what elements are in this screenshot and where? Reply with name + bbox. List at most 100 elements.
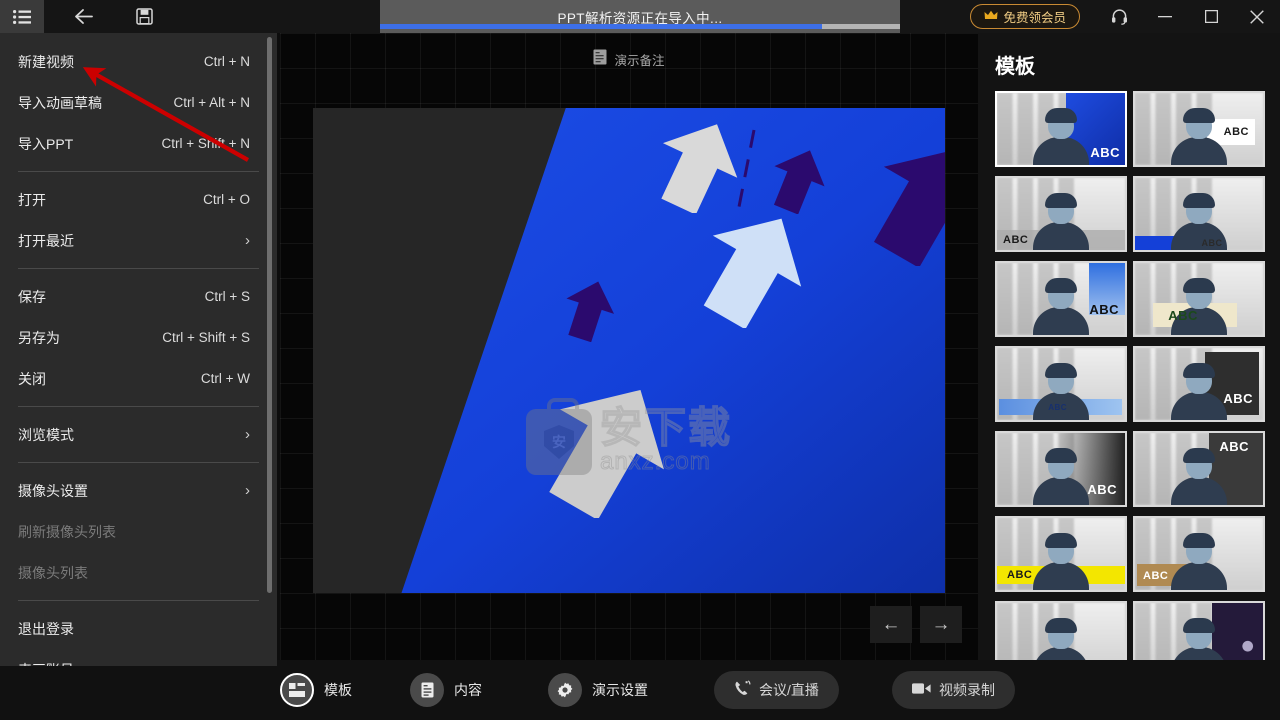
template-thumbnail-2[interactable]: ABC xyxy=(995,176,1127,252)
arrow-purple-large-right xyxy=(873,149,945,266)
avatar-hair xyxy=(1045,363,1077,378)
avatar-hair xyxy=(1183,448,1215,463)
template-avatar xyxy=(1033,278,1089,335)
menu-separator xyxy=(18,268,259,269)
template-thumbnail-5[interactable]: ABC xyxy=(1133,261,1265,337)
menu-item-7[interactable]: 保存 Ctrl + S xyxy=(0,276,277,317)
menu-item-8[interactable]: 另存为 Ctrl + Shift + S xyxy=(0,317,277,358)
minimize-button[interactable] xyxy=(1142,0,1188,33)
menu-item-17[interactable]: 退出登录 xyxy=(0,608,277,649)
arrow-purple-small-upper xyxy=(773,150,825,214)
menu-item-label: 导入动画草稿 xyxy=(18,94,102,111)
template-thumb-abc-label: ABC xyxy=(1090,145,1120,160)
template-grid[interactable]: ABC ABC ABC ABC ABC ABC ABC ABC ABC ABC ABC ABC xyxy=(978,91,1280,660)
import-progress-track xyxy=(380,24,900,29)
slide-preview[interactable]: 安 安下载 anxz.com xyxy=(313,108,945,593)
avatar-body xyxy=(1033,477,1089,505)
avatar-head xyxy=(1045,533,1077,564)
save-disk-icon[interactable] xyxy=(122,0,166,33)
avatar-head xyxy=(1045,363,1077,394)
template-thumbnail-12[interactable] xyxy=(995,601,1127,660)
content-icon xyxy=(410,673,444,707)
bottom-toolbar-item-0[interactable]: 模板 xyxy=(280,673,352,707)
maximize-button[interactable] xyxy=(1188,0,1234,33)
template-thumb-abc-label: ABC xyxy=(1003,234,1029,246)
template-thumb-abc-label: ABC xyxy=(1048,403,1068,412)
bottom-toolbar-item-3[interactable]: 会议/直播 xyxy=(714,671,839,709)
avatar-body xyxy=(1033,222,1089,250)
menu-item-9[interactable]: 关闭 Ctrl + W xyxy=(0,358,277,399)
avatar-body xyxy=(1033,562,1089,590)
bottom-toolbar-item-label: 模板 xyxy=(324,682,352,698)
import-notification-banner: PPT解析资源正在导入中... xyxy=(380,0,900,33)
template-avatar xyxy=(1171,448,1227,505)
menu-item-label: 关闭 xyxy=(18,370,46,387)
menu-item-4[interactable]: 打开 Ctrl + O xyxy=(0,179,277,220)
title-bar: PPT解析资源正在导入中... 免费领会员 xyxy=(0,0,1280,33)
presentation-notes-label: 演示备注 xyxy=(614,53,665,68)
template-thumb-abc-label: ABC xyxy=(1007,569,1033,581)
chevron-right-icon: › xyxy=(245,482,250,499)
avatar-head xyxy=(1045,193,1077,224)
hamburger-menu-icon[interactable] xyxy=(0,0,44,33)
menu-item-11[interactable]: 浏览模式 › xyxy=(0,414,277,455)
template-thumb-abc-label: ABC xyxy=(1168,308,1198,323)
template-thumbnail-8[interactable]: ABC xyxy=(995,431,1127,507)
template-thumbnail-0[interactable]: ABC xyxy=(995,91,1127,167)
template-avatar xyxy=(1033,533,1089,590)
template-icon xyxy=(280,673,314,707)
menu-item-label: 新建视频 xyxy=(18,53,74,70)
headset-glyph xyxy=(1111,9,1127,25)
headset-icon[interactable] xyxy=(1096,0,1142,33)
template-avatar xyxy=(1171,108,1227,165)
avatar-body xyxy=(1033,137,1089,165)
bottom-toolbar-item-4[interactable]: 视频录制 xyxy=(892,671,1015,709)
avatar-body xyxy=(1171,477,1227,505)
slide-next-button[interactable]: → xyxy=(920,606,962,643)
template-thumbnail-1[interactable]: ABC xyxy=(1133,91,1265,167)
menu-item-1[interactable]: 导入动画草稿 Ctrl + Alt + N xyxy=(0,82,277,123)
template-thumbnail-3[interactable]: ABC xyxy=(1133,176,1265,252)
avatar-hair xyxy=(1183,108,1215,123)
template-thumbnail-10[interactable]: ABC xyxy=(995,516,1127,592)
template-thumb-abc-label: ABC xyxy=(1223,391,1253,406)
close-button[interactable] xyxy=(1234,0,1280,33)
slide-prev-button[interactable]: ← xyxy=(870,606,912,643)
avatar-hair xyxy=(1045,618,1077,633)
menu-item-0[interactable]: 新建视频 Ctrl + N xyxy=(0,41,277,82)
menu-item-18[interactable]: 来画账号 › xyxy=(0,649,277,666)
vip-free-member-button[interactable]: 免费领会员 xyxy=(970,4,1080,29)
close-icon xyxy=(1250,9,1264,24)
menu-scrollbar-thumb[interactable] xyxy=(267,37,272,593)
back-arrow-glyph xyxy=(75,9,93,24)
editor-canvas[interactable]: 演示备注 安 ← → xyxy=(280,33,978,660)
menu-item-shortcut: Ctrl + O xyxy=(203,192,250,207)
dashed-accent-line xyxy=(736,129,756,213)
chevron-right-icon: › xyxy=(245,426,250,443)
template-avatar xyxy=(1033,618,1089,660)
menu-item-label: 摄像头列表 xyxy=(18,564,88,581)
avatar-head xyxy=(1045,108,1077,139)
file-dropdown-menu[interactable]: 新建视频 Ctrl + N 导入动画草稿 Ctrl + Alt + N 导入PPT Ctr… xyxy=(0,33,277,666)
bottom-toolbar-item-2[interactable]: 演示设置 xyxy=(548,673,648,707)
template-thumbnail-9[interactable]: ABC xyxy=(1133,431,1265,507)
template-thumbnail-7[interactable]: ABC xyxy=(1133,346,1265,422)
app-window: PPT解析资源正在导入中... 免费领会员 演示备注 安 ← → 模板 ABC … xyxy=(0,0,1280,720)
bottom-toolbar-item-1[interactable]: 内容 xyxy=(410,673,482,707)
maximize-glyph xyxy=(1204,10,1218,23)
back-arrow-icon[interactable] xyxy=(62,0,106,33)
menu-item-13[interactable]: 摄像头设置 › xyxy=(0,470,277,511)
template-thumbnail-11[interactable]: ABC xyxy=(1133,516,1265,592)
template-thumbnail-4[interactable]: ABC xyxy=(995,261,1127,337)
notes-document-glyph xyxy=(593,49,607,64)
template-thumbnail-13[interactable] xyxy=(1133,601,1265,660)
chevron-right-icon: › xyxy=(245,661,250,666)
template-thumb-abc-label: ABC xyxy=(1087,482,1117,497)
avatar-body xyxy=(1033,307,1089,335)
menu-item-2[interactable]: 导入PPT Ctrl + Shift + N xyxy=(0,123,277,164)
avatar-hair xyxy=(1183,193,1215,208)
template-thumbnail-6[interactable]: ABC xyxy=(995,346,1127,422)
menu-item-5[interactable]: 打开最近 › xyxy=(0,220,277,261)
minimize-glyph xyxy=(1158,15,1172,17)
presentation-notes-bar[interactable]: 演示备注 xyxy=(280,33,978,85)
